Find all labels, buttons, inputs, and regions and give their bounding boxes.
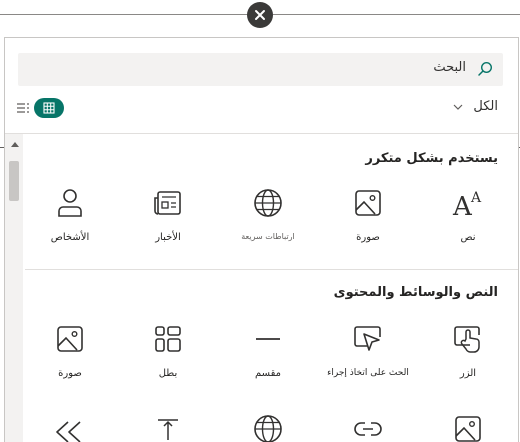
section-title-frequent: يستخدم بشكل متكرر — [365, 151, 498, 166]
webpart-tile-partial[interactable] — [22, 410, 118, 442]
close-icon — [255, 10, 265, 20]
call-to-action-icon — [351, 322, 385, 356]
tile-label: الأشخاص — [50, 232, 90, 243]
search-box[interactable]: البحث — [18, 53, 503, 86]
scroll-thumb[interactable] — [9, 161, 19, 201]
tile-label: نص — [460, 232, 476, 243]
image-icon — [451, 410, 485, 442]
tile-label: الزر — [459, 368, 477, 379]
chevron-down-icon — [453, 104, 463, 110]
image-icon — [53, 322, 87, 356]
webpart-tile-hero[interactable]: بطل — [120, 322, 216, 379]
webpart-tile-partial[interactable] — [320, 410, 416, 442]
tile-label: صورة — [58, 368, 82, 379]
view-toggle — [16, 98, 64, 118]
webpart-tile-partial[interactable] — [120, 410, 216, 442]
person-icon — [53, 186, 87, 220]
news-icon — [151, 186, 185, 220]
search-input[interactable]: البحث — [433, 60, 466, 75]
svg-text:A: A — [452, 192, 473, 220]
webpart-tile-image-2[interactable]: صورة — [22, 322, 118, 379]
tile-label: مقسم — [255, 368, 281, 379]
category-filter[interactable]: الكل — [453, 99, 498, 114]
webpart-tile-text[interactable]: AA نص — [420, 186, 516, 243]
webpart-tile-call-to-action[interactable]: الحث على اتخاذ إجراء — [320, 322, 416, 378]
tile-label: ارتباطات سريعة — [241, 232, 295, 241]
webpart-tile-partial[interactable] — [220, 410, 316, 442]
filter-label: الكل — [473, 99, 498, 114]
globe-icon — [251, 186, 285, 220]
scroll-up-arrow[interactable] — [11, 142, 19, 147]
globe-icon — [251, 410, 285, 442]
webpart-tile-news[interactable]: الأخبار — [120, 186, 216, 243]
close-button[interactable] — [247, 2, 273, 28]
tile-label: الحث على اتخاذ إجراء — [327, 368, 409, 378]
button-icon — [451, 322, 485, 356]
section-divider — [25, 269, 518, 270]
scrollbar[interactable] — [5, 134, 23, 442]
webpart-tile-button[interactable]: الزر — [420, 322, 516, 379]
webpart-tile-quick-links[interactable]: ارتباطات سريعة — [220, 186, 316, 241]
tile-label: صورة — [356, 232, 380, 243]
link-icon — [351, 410, 385, 442]
webpart-toolbox-panel: البحث الكل يستخدم بشكل متكرر AA نص صورة — [4, 37, 519, 442]
image-icon — [351, 186, 385, 220]
grid-view-icon — [43, 102, 55, 114]
hero-icon — [151, 322, 185, 356]
divider-icon — [251, 322, 285, 356]
text-icon: AA — [451, 186, 485, 220]
svg-text:A: A — [470, 190, 482, 206]
tile-label: بطل — [158, 368, 178, 379]
section-title-text-media: النص والوسائط والمحتوى — [333, 285, 498, 300]
spacer-icon — [151, 410, 185, 442]
toolbar-divider — [5, 133, 518, 134]
list-view-icon[interactable] — [16, 102, 30, 114]
grid-view-button[interactable] — [34, 98, 64, 118]
webpart-tile-divider[interactable]: مقسم — [220, 322, 316, 379]
toolbox-toolbar: الكل — [5, 94, 518, 124]
webpart-tile-image[interactable]: صورة — [320, 186, 416, 243]
webpart-tile-people[interactable]: الأشخاص — [22, 186, 118, 243]
share-icon — [53, 410, 87, 442]
tile-label: الأخبار — [155, 232, 181, 243]
webpart-tile-partial[interactable] — [420, 410, 516, 442]
search-icon — [478, 61, 493, 76]
